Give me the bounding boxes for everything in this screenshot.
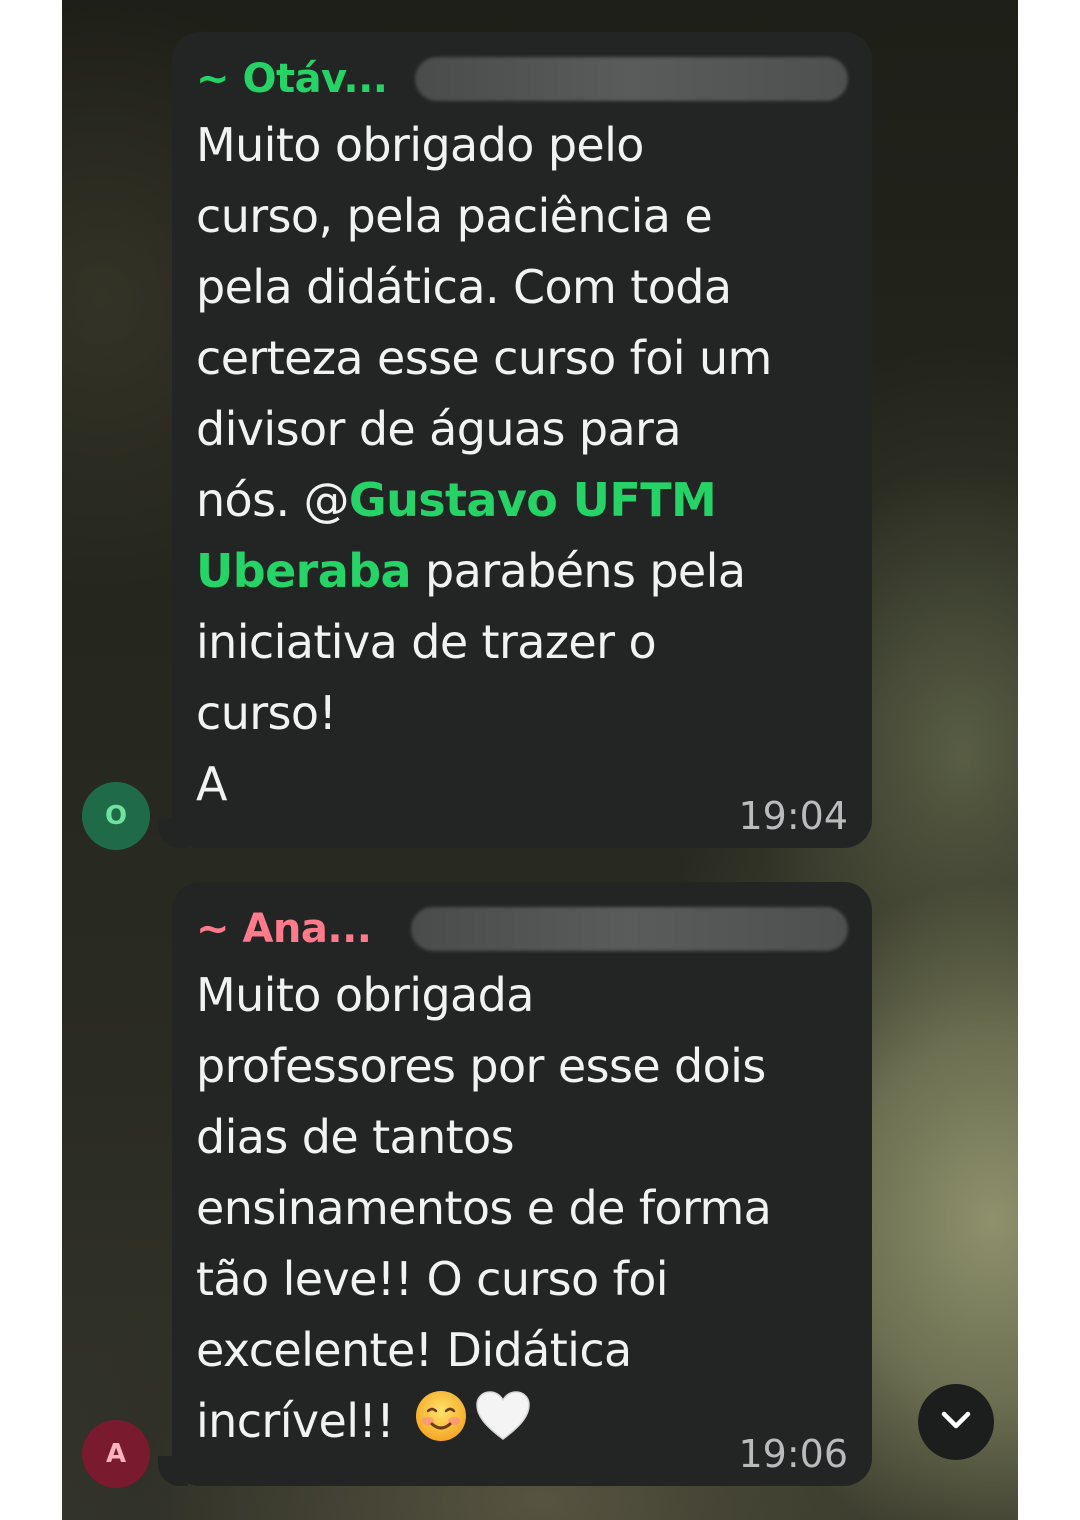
message-bubble[interactable]: ~ Ana... Muito obrigada professores por … [158,882,872,1486]
sender-row: ~ Otáv... [196,54,848,104]
sender-name[interactable]: ~ Ana... [196,906,372,952]
avatar-letter: O [104,801,128,831]
sender-name[interactable]: ~ Otáv... [196,56,388,102]
chevron-down-icon [938,1408,974,1436]
redacted-phone-number [411,907,848,951]
avatar[interactable]: A [82,1420,150,1488]
message-bubble[interactable]: ~ Otáv... Muito obrigado pelo curso, pel… [158,32,872,848]
message-timestamp: 19:06 [738,1432,848,1476]
bubble-tail [158,818,188,848]
message-text-part: Muito obrigado pelo curso, pela paciênci… [196,118,772,527]
avatar[interactable]: O [82,782,150,850]
white-heart-icon [474,1389,532,1463]
chat-screen: ~ Otáv... Muito obrigado pelo curso, pel… [62,0,1018,1520]
message-timestamp: 19:04 [738,794,848,838]
scroll-to-bottom-button[interactable] [918,1384,994,1460]
sender-row: ~ Ana... [196,904,848,954]
bubble-tail [158,1456,188,1486]
redacted-phone-number [415,57,848,101]
smiling-face-icon [414,1389,468,1463]
message-text-part: Muito obrigada professores por esse dois… [196,968,772,1448]
avatar-letter: A [105,1439,127,1469]
message-text: Muito obrigado pelo curso, pela paciênci… [196,110,848,820]
message-text: Muito obrigada professores por esse dois… [196,960,848,1463]
